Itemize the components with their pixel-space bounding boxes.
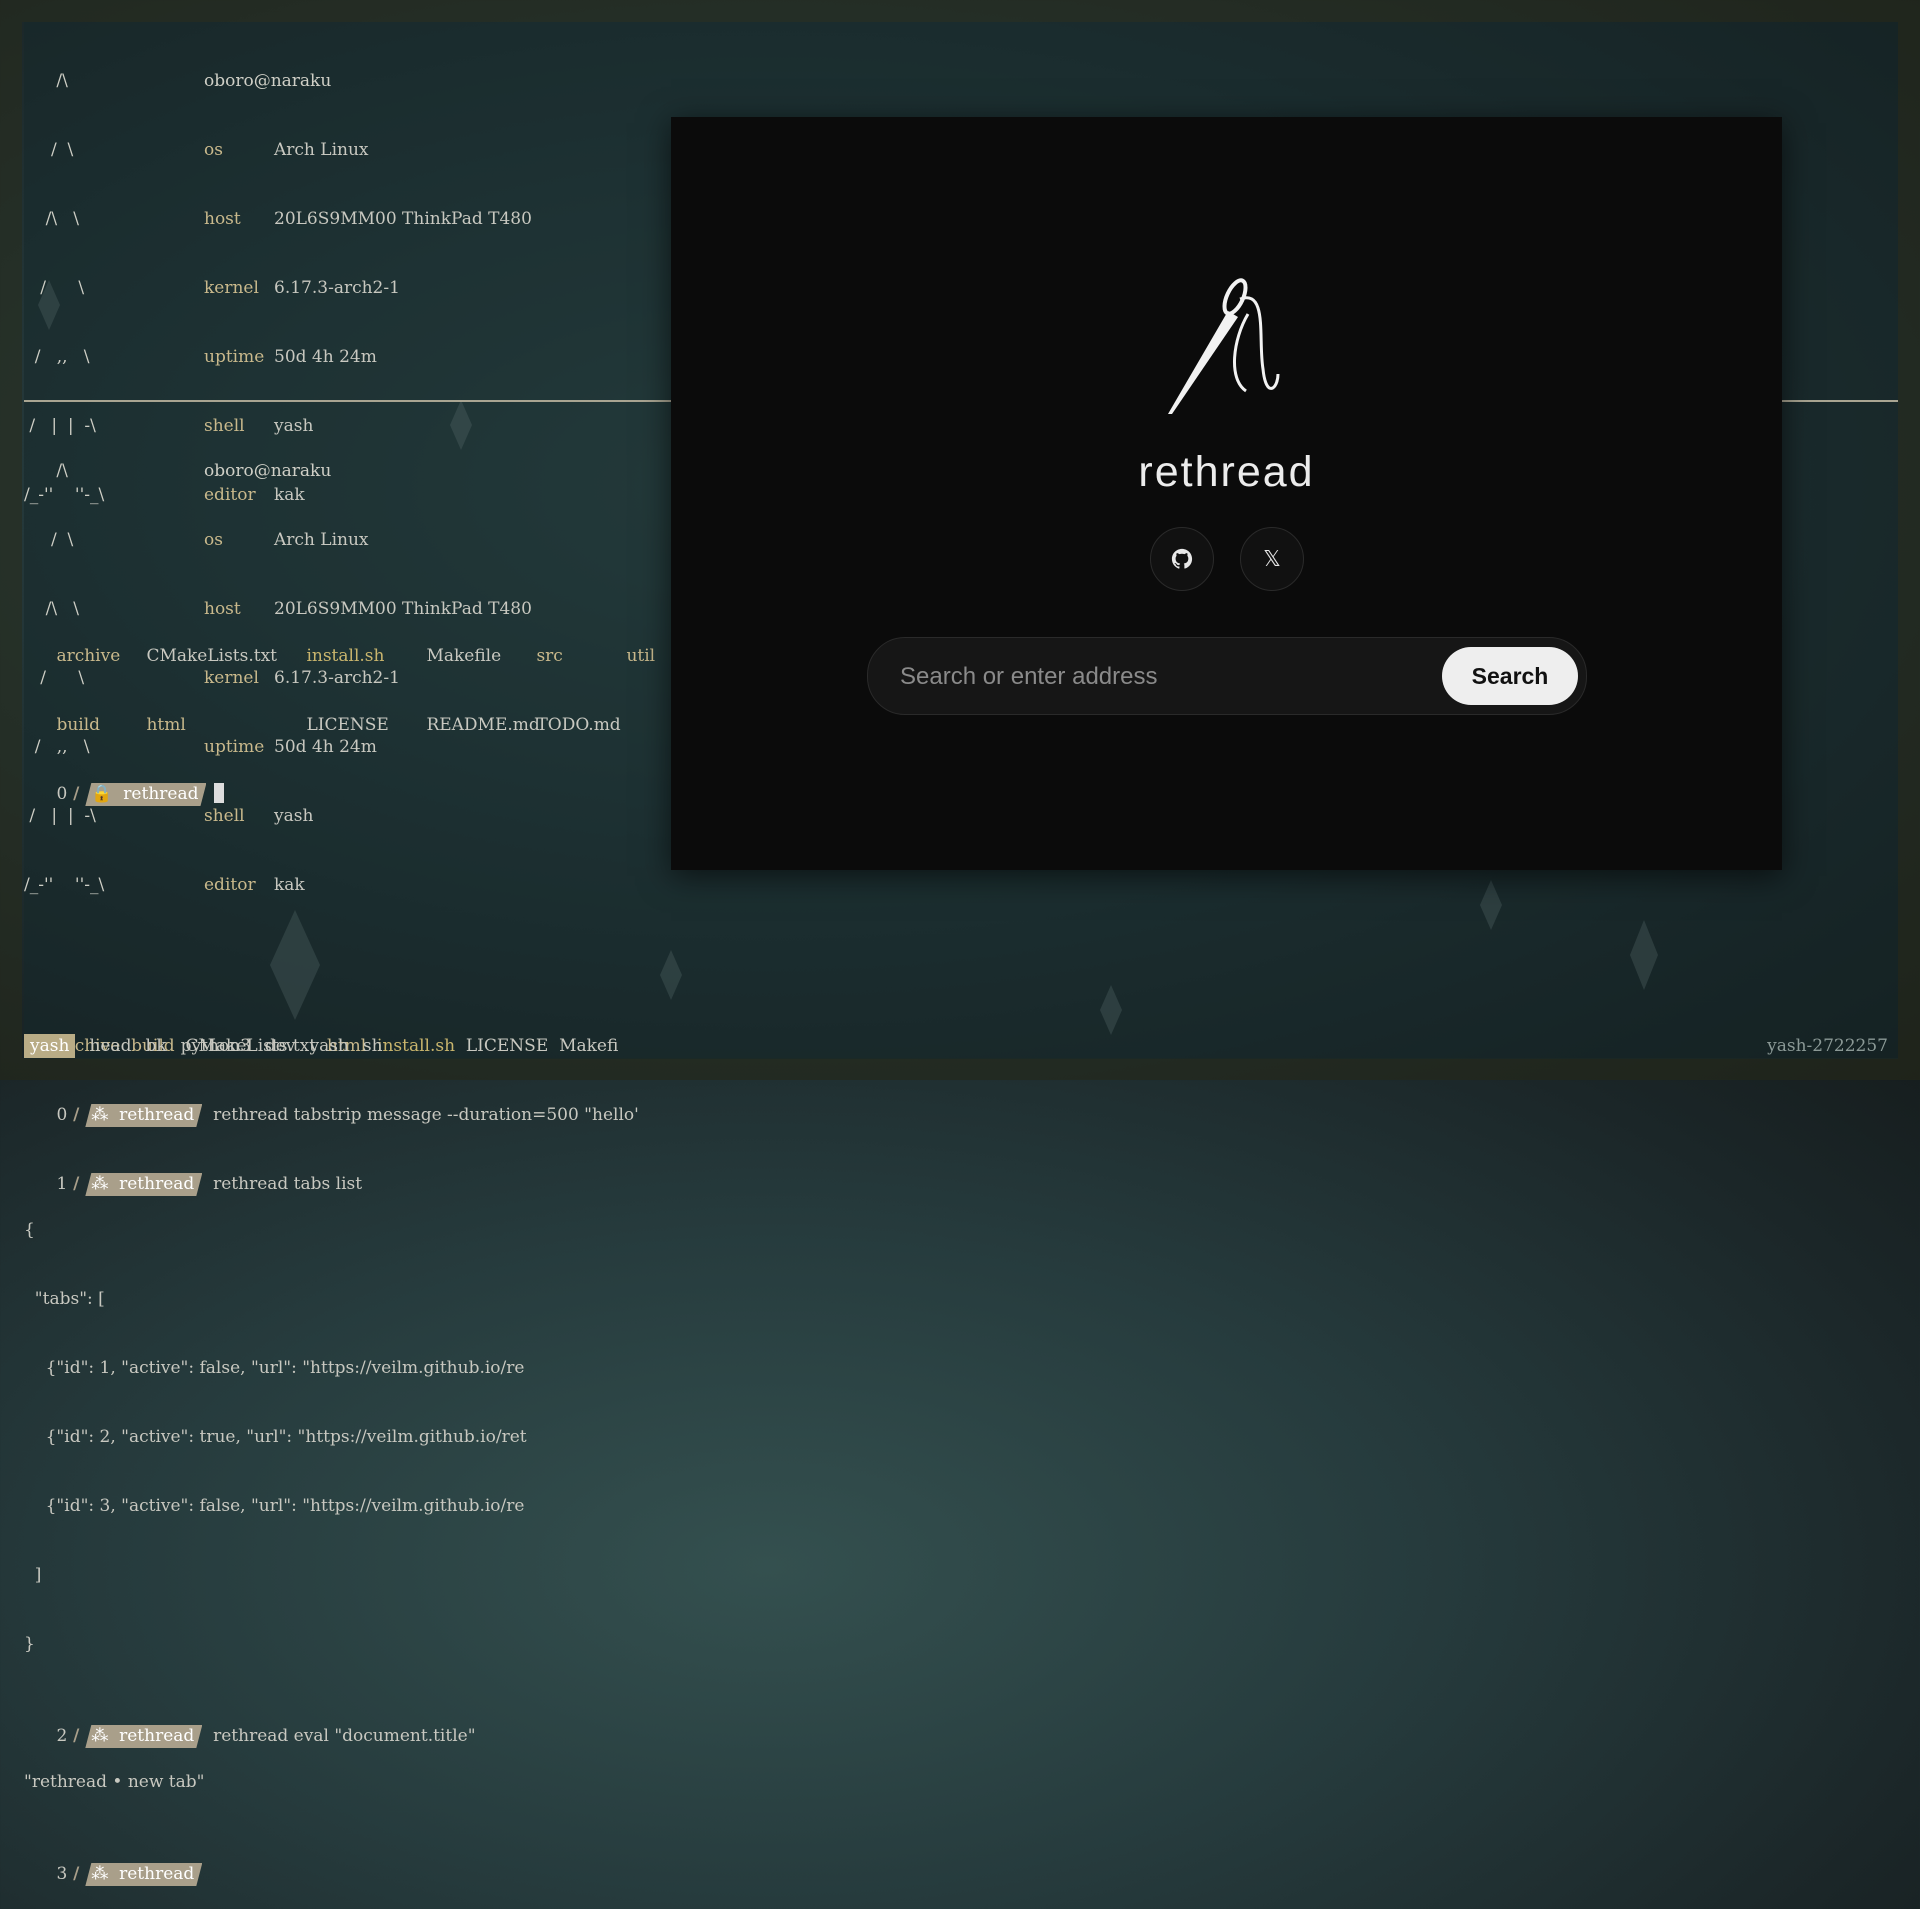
x-link-button[interactable]: 𝕏: [1240, 527, 1304, 591]
command-text: rethread tabstrip message --duration=500…: [213, 1105, 639, 1125]
fetch-key: shell: [204, 806, 245, 826]
fetch-value: kak: [274, 875, 305, 895]
ascii-logo-line: /\: [24, 71, 68, 91]
status-tab-bk[interactable]: bk: [145, 1034, 166, 1058]
ascii-logo-line: /_-'' ''-_\: [24, 875, 105, 895]
github-icon: [1171, 548, 1193, 569]
status-tab-python3[interactable]: python3: [181, 1034, 251, 1058]
prompt-badge: ⁂ rethread: [85, 1863, 202, 1886]
prompt-number: 1: [56, 1174, 68, 1194]
fetch-user: oboro@naraku: [204, 461, 332, 481]
ascii-logo-line: /\ \: [24, 209, 80, 229]
prompt-separator: /: [67, 1864, 86, 1884]
output-line: {"id": 2, "active": true, "url": "https:…: [24, 1427, 527, 1447]
fetch-value: Arch Linux: [274, 530, 369, 550]
ascii-logo-line: / | | -\: [24, 806, 96, 826]
fetch-key: kernel: [204, 278, 259, 298]
fetch-key: host: [204, 209, 241, 229]
output-line: ]: [24, 1565, 42, 1585]
browser-new-tab-window[interactable]: rethread 𝕏 Search: [671, 117, 1782, 870]
prompt-separator: /: [67, 1174, 86, 1194]
fetch-value: 50d 4h 24m: [274, 347, 377, 367]
prompt-label: rethread: [119, 1864, 195, 1884]
fetch-value: 20L6S9MM00 ThinkPad T480: [274, 599, 532, 619]
output-line: {: [24, 1220, 35, 1240]
needle-thread-logo-icon: [1168, 278, 1280, 414]
prompt-badge: ⁂ rethread: [85, 1173, 202, 1196]
fetch-key: uptime: [204, 737, 265, 757]
fetch-value: Arch Linux: [274, 140, 369, 160]
prompt-label: rethread: [119, 1726, 195, 1746]
arch-icon: ⁂: [91, 1105, 109, 1125]
shell-prompt: 1 / ⁂ rethread rethread tabs list: [24, 1150, 1898, 1173]
search-input[interactable]: [898, 638, 1422, 716]
command-text: rethread tabs list: [213, 1174, 363, 1194]
fetch-key: kernel: [204, 668, 259, 688]
fetch-value: yash: [274, 806, 314, 826]
arch-icon: ⁂: [91, 1864, 109, 1884]
ascii-logo-line: / ,, \: [24, 737, 90, 757]
status-tab-head[interactable]: head: [89, 1034, 131, 1058]
ascii-logo-line: / ,, \: [24, 347, 90, 367]
arch-icon: ⁂: [91, 1174, 109, 1194]
output-line: {"id": 1, "active": false, "url": "https…: [24, 1358, 525, 1378]
fetch-value: 6.17.3-arch2-1: [274, 278, 400, 298]
terminal-status-bar: yash head bk python3 dev yash sh yash-2722257: [24, 1034, 1898, 1058]
prompt-badge: ⁂ rethread: [85, 1104, 202, 1127]
fetch-key: uptime: [204, 347, 265, 367]
session-name: yash-2722257: [1767, 1036, 1888, 1056]
output-line: }: [24, 1634, 35, 1654]
search-button[interactable]: Search: [1442, 647, 1578, 705]
prompt-label: rethread: [119, 1105, 195, 1125]
github-link-button[interactable]: [1150, 527, 1214, 591]
ascii-logo-line: / \: [24, 278, 85, 298]
status-tab-dev[interactable]: dev: [265, 1034, 296, 1058]
ascii-logo-line: /\ \: [24, 599, 80, 619]
fetch-key: os: [204, 140, 223, 160]
output-line: {"id": 3, "active": false, "url": "https…: [24, 1496, 525, 1516]
status-tab-yash[interactable]: yash: [24, 1034, 76, 1058]
prompt-label: rethread: [119, 1174, 195, 1194]
fetch-value: 6.17.3-arch2-1: [274, 668, 400, 688]
status-tab-yash-2[interactable]: yash: [309, 1034, 348, 1058]
output-line: "tabs": [: [24, 1289, 105, 1309]
prompt-number: 2: [56, 1726, 68, 1746]
prompt-badge: ⁂ rethread: [85, 1725, 202, 1748]
ascii-logo-line: / \: [24, 530, 74, 550]
prompt-separator: /: [67, 1105, 86, 1125]
fetch-key: os: [204, 530, 223, 550]
search-bar: Search: [867, 637, 1587, 716]
fetch-value: 50d 4h 24m: [274, 737, 377, 757]
fetch-user: oboro@naraku: [204, 71, 332, 91]
shell-prompt[interactable]: 3 / ⁂ rethread: [24, 1840, 1898, 1863]
prompt-number: 0: [56, 1105, 68, 1125]
prompt-separator: /: [67, 1726, 86, 1746]
fetch-key: host: [204, 599, 241, 619]
brand-title: rethread: [1138, 448, 1315, 496]
fetch-value: 20L6S9MM00 ThinkPad T480: [274, 209, 532, 229]
x-logo-icon: 𝕏: [1263, 546, 1281, 571]
prompt-number: 3: [56, 1864, 68, 1884]
arch-icon: ⁂: [91, 1726, 109, 1746]
command-text: rethread eval "document.title": [213, 1726, 476, 1746]
ascii-logo-line: / \: [24, 668, 85, 688]
fetch-key: editor: [204, 875, 256, 895]
output-line: "rethread • new tab": [24, 1772, 205, 1792]
shell-prompt: 2 / ⁂ rethread rethread eval "document.t…: [24, 1702, 1898, 1725]
ascii-logo-line: /\: [24, 461, 68, 481]
status-tab-sh[interactable]: sh: [363, 1034, 383, 1058]
ascii-logo-line: / \: [24, 140, 74, 160]
shell-prompt: 0 / ⁂ rethread rethread tabstrip message…: [24, 1081, 1898, 1104]
